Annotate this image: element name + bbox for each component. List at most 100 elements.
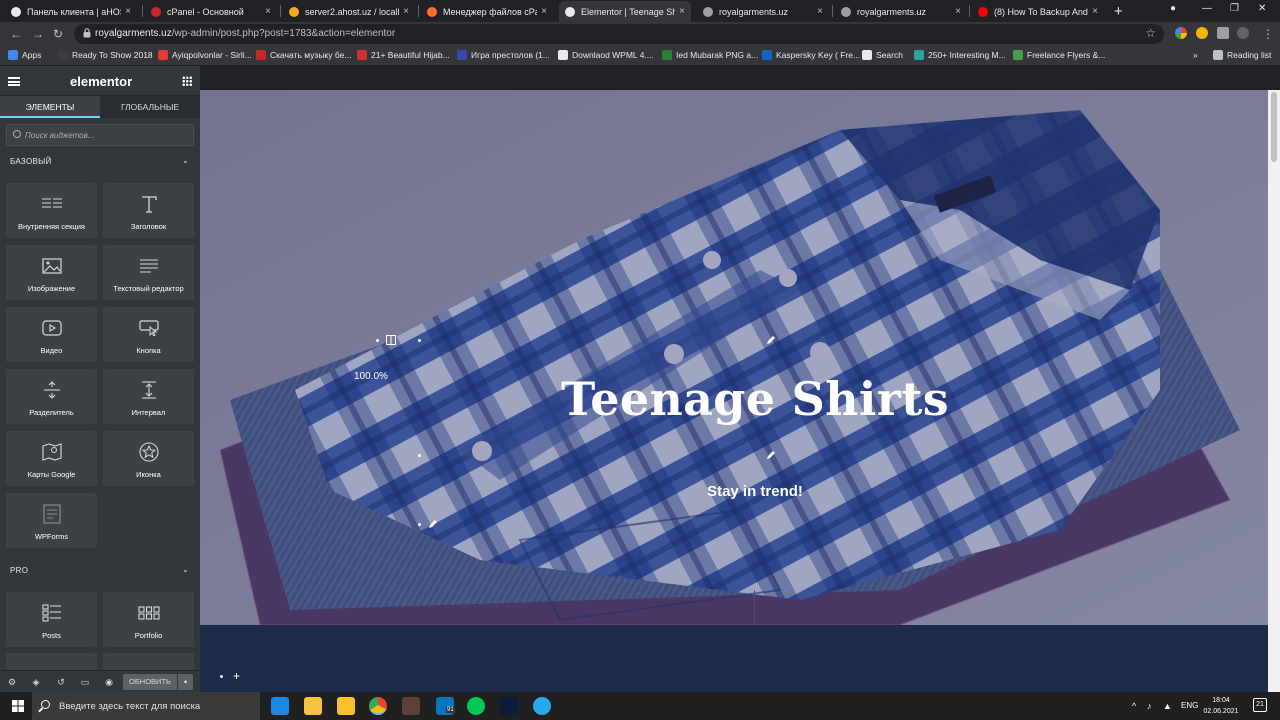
bookmark-item[interactable]: Ied Mubarak PNG a... xyxy=(662,50,758,60)
tray-chevron-up-icon[interactable]: ^ xyxy=(1132,701,1136,711)
windows-start-icon[interactable] xyxy=(12,700,24,712)
volume-icon[interactable]: ♪ xyxy=(1147,701,1152,711)
browser-tab[interactable]: Менеджер файлов cPanel × xyxy=(421,1,553,22)
browser-tab[interactable]: Панель клиента | aHOST × xyxy=(5,1,137,22)
telegram-icon[interactable] xyxy=(533,697,551,715)
column-handle-dot[interactable] xyxy=(418,454,421,457)
network-icon[interactable]: ▲ xyxy=(1163,701,1172,711)
widget-card[interactable]: Иконка xyxy=(103,431,194,486)
widget-card[interactable]: Posts xyxy=(6,592,97,647)
bookmark-star-icon[interactable]: ☆ xyxy=(1145,26,1156,40)
bookmark-item[interactable]: Ayiqpolvonlar - Sirli... xyxy=(158,50,252,60)
widget-search-input[interactable] xyxy=(25,128,185,142)
update-button[interactable]: ОБНОВИТЬ xyxy=(123,674,177,690)
minimize-button[interactable]: — xyxy=(1202,3,1212,14)
bookmark-item[interactable]: Kaspersky Key ( Fre... xyxy=(762,50,860,60)
file-explorer-icon[interactable] xyxy=(304,697,322,715)
responsive-mode-icon[interactable]: ▭ xyxy=(80,677,90,687)
address-bar[interactable]: royalgarments.uz/wp-admin/post.php?post=… xyxy=(74,24,1164,44)
category-pro-title[interactable]: PRO xyxy=(10,566,28,575)
tab-close-icon[interactable]: × xyxy=(265,6,271,17)
widget-card[interactable]: Portfolio xyxy=(103,592,194,647)
navigator-icon[interactable]: ◈ xyxy=(31,677,41,687)
add-section-plus-icon[interactable]: + xyxy=(233,669,240,683)
forward-icon[interactable]: → xyxy=(32,27,44,41)
update-options-caret-icon[interactable]: ▴ xyxy=(178,674,193,690)
chevron-down-icon[interactable]: ⌄ xyxy=(182,565,189,574)
tab-close-icon[interactable]: × xyxy=(679,6,685,17)
widgets-grid-icon[interactable] xyxy=(182,76,192,86)
hero-section[interactable]: 100.0% Teenage Shirts Stay in trend! xyxy=(200,90,1268,625)
bookmark-item[interactable]: Search xyxy=(862,50,903,60)
column-handle-dot[interactable] xyxy=(418,523,421,526)
tab-close-icon[interactable]: × xyxy=(403,6,409,17)
reload-icon[interactable]: ↻ xyxy=(53,27,63,41)
category-basic-title[interactable]: БАЗОВЫЙ xyxy=(10,157,52,166)
mail-app-icon[interactable] xyxy=(271,697,289,715)
close-window-button[interactable]: ✕ xyxy=(1258,3,1266,14)
tab-close-icon[interactable]: × xyxy=(955,6,961,17)
widget-card[interactable]: Изображение xyxy=(6,245,97,300)
settings-icon[interactable]: ⚙ xyxy=(7,677,17,687)
widget-card[interactable]: Карты Google xyxy=(6,431,97,486)
tab-close-icon[interactable]: × xyxy=(1092,6,1098,17)
pencil-edit-icon[interactable] xyxy=(766,335,776,345)
chrome-icon[interactable] xyxy=(369,697,387,715)
hero-heading[interactable]: Teenage Shirts xyxy=(555,372,955,426)
bookmarks-overflow[interactable]: » xyxy=(1193,50,1198,60)
language-indicator[interactable]: ENG xyxy=(1181,701,1198,710)
tab-close-icon[interactable]: × xyxy=(125,6,131,17)
back-icon[interactable]: ← xyxy=(10,27,22,41)
bookmark-item[interactable]: 21+ Beautiful Hijab... xyxy=(357,50,450,60)
scrollbar-thumb[interactable] xyxy=(1271,92,1277,162)
browser-tab[interactable]: cPanel - Основной × xyxy=(145,1,277,22)
bookmark-item[interactable]: Ready To Show 2018 xyxy=(58,50,153,60)
notification-center-icon[interactable]: 21 xyxy=(1253,698,1267,712)
extension-icon[interactable] xyxy=(1196,27,1208,39)
bookmark-item[interactable]: Игра престолов (1... xyxy=(457,50,550,60)
column-handle-dot[interactable] xyxy=(376,339,379,342)
tab-close-icon[interactable]: × xyxy=(817,6,823,17)
browser-tab[interactable]: royalgarments.uz × xyxy=(835,1,967,22)
widget-card[interactable]: Заголовок xyxy=(103,183,194,238)
history-icon[interactable]: ↺ xyxy=(56,677,66,687)
browser-tab[interactable]: (8) How To Backup And Re × xyxy=(972,1,1104,22)
preview-eye-icon[interactable]: ◉ xyxy=(104,677,114,687)
browser-tab[interactable]: royalgarments.uz × xyxy=(697,1,829,22)
pencil-edit-icon[interactable] xyxy=(428,519,438,529)
widget-card[interactable]: WPForms xyxy=(6,493,97,548)
widget-card[interactable]: Видео xyxy=(6,307,97,362)
chevron-down-icon[interactable]: ⌄ xyxy=(182,156,189,165)
widget-card-partial[interactable] xyxy=(6,653,97,670)
whatsapp-icon[interactable] xyxy=(467,697,485,715)
color-extension-icon[interactable] xyxy=(1175,27,1187,39)
column-handle-dot[interactable] xyxy=(418,339,421,342)
widget-card[interactable]: Текстовый редактор xyxy=(103,245,194,300)
browser-tab[interactable]: server2.ahost.uz / localhost × xyxy=(283,1,415,22)
browser-tab[interactable]: Elementor | Teenage Shirts× xyxy=(559,1,691,22)
widget-card-partial[interactable] xyxy=(103,653,194,670)
bookmark-item[interactable]: Freelance Flyers &... xyxy=(1013,50,1105,60)
star-app-icon[interactable] xyxy=(402,697,420,715)
profile-icon[interactable]: ● xyxy=(1170,3,1176,14)
widget-card[interactable]: Кнопка xyxy=(103,307,194,362)
canvas-scrollbar[interactable] xyxy=(1268,90,1280,692)
tab-global[interactable]: ГЛОБАЛЬНЫЕ xyxy=(100,96,200,118)
reading-list-button[interactable]: Reading list xyxy=(1213,50,1271,60)
bookmark-item[interactable]: Скачать музыку бе... xyxy=(256,50,351,60)
menu-dots-icon[interactable]: ⋮ xyxy=(1262,27,1274,41)
widget-card[interactable]: Внутренняя секция xyxy=(6,183,97,238)
hero-subheading[interactable]: Stay in trend! xyxy=(655,483,855,500)
widget-card[interactable]: Разделитель xyxy=(6,369,97,424)
pencil-edit-icon[interactable] xyxy=(766,450,776,460)
photoshop-icon[interactable] xyxy=(500,697,518,715)
hamburger-menu-icon[interactable] xyxy=(8,77,20,86)
restore-button[interactable]: ❐ xyxy=(1230,3,1239,14)
next-section[interactable]: + xyxy=(200,625,1268,692)
column-layout-icon[interactable] xyxy=(386,335,396,345)
tab-close-icon[interactable]: × xyxy=(541,6,547,17)
bookmark-item[interactable]: 250+ Interesting M... xyxy=(914,50,1006,60)
sticky-notes-icon[interactable] xyxy=(337,697,355,715)
clock[interactable]: 18:04 02.06.2021 xyxy=(1201,695,1241,717)
taskbar-search-box[interactable]: Введите здесь текст для поиска xyxy=(32,692,260,720)
